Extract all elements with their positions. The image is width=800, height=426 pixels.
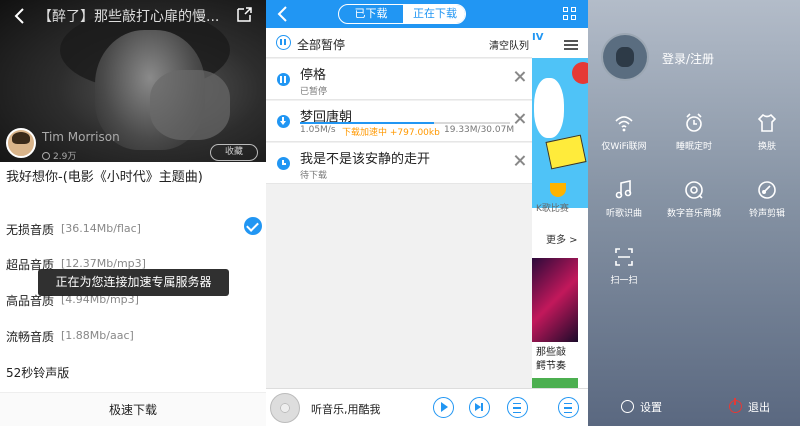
remove-icon[interactable] — [514, 113, 526, 125]
song-detail-panel: 【醉了】那些敲打心扉的慢... Tim Morrison 2.9万 收藏 我好想… — [0, 0, 266, 426]
download-title: 停格 — [300, 68, 327, 83]
playlist-cover[interactable] — [532, 258, 578, 342]
quality-option[interactable]: 流畅音质 [1.88Mb/aac] — [0, 324, 266, 348]
download-progress-bar — [300, 122, 510, 124]
kge-label[interactable]: K歌比赛 — [536, 201, 569, 214]
player-text[interactable]: 听音乐,用酷我 — [311, 401, 381, 417]
download-size: 19.33M/30.07M — [444, 125, 515, 135]
download-item[interactable]: 梦回唐朝 1.05M/s 下载加速中 +797.00kb 19.33M/30.0… — [266, 101, 532, 142]
grid-icon[interactable] — [563, 7, 577, 21]
artist-avatar[interactable] — [6, 128, 36, 158]
download-item[interactable]: 我是不是该安静的走开 待下载 — [266, 143, 532, 184]
download-status: 已暂停 — [300, 87, 328, 97]
download-item[interactable]: 停格 已暂停 — [266, 59, 532, 100]
menu-item-scan[interactable]: 扫一扫 — [589, 247, 659, 286]
mini-player: 听音乐,用酷我 — [266, 388, 588, 426]
menu-item-wifi[interactable]: 仅WiFi联网 — [589, 113, 659, 152]
download-speed: 1.05M/s — [300, 125, 336, 135]
quality-spec: [36.14Mb/flac] — [61, 222, 141, 235]
menu-icon[interactable] — [564, 40, 578, 50]
back-arrow-icon[interactable] — [274, 5, 292, 23]
quality-name: 52秒铃声版 — [6, 366, 70, 380]
remove-icon[interactable] — [514, 71, 526, 83]
wifi-icon — [615, 116, 633, 132]
download-icon[interactable] — [277, 115, 290, 128]
download-tabs: 已下载 正在下载 — [338, 4, 466, 24]
headphone-icon — [42, 152, 50, 160]
album-cover: 【醉了】那些敲打心扉的慢... Tim Morrison 2.9万 收藏 — [0, 0, 266, 162]
quality-name: 流畅音质 — [6, 330, 55, 344]
exit-button[interactable]: 退出 — [729, 398, 770, 415]
menu-item-song-recognition[interactable]: 听歌识曲 — [589, 180, 659, 219]
download-title: 我是不是该安静的走开 — [300, 152, 431, 167]
download-boost: 下载加速中 +797.00kb — [342, 128, 440, 138]
quality-name: 无损音质 — [6, 223, 55, 237]
toast-message: 正在为您连接加速专属服务器 — [38, 269, 229, 296]
user-avatar[interactable] — [601, 33, 649, 81]
play-icon[interactable] — [433, 397, 454, 418]
remove-icon[interactable] — [514, 155, 526, 167]
pause-icon[interactable] — [277, 73, 290, 86]
music-note-icon — [615, 180, 632, 199]
collect-button[interactable]: 收藏 — [210, 144, 258, 161]
more-link[interactable]: 更多 > — [546, 231, 578, 246]
progress-fill — [300, 122, 435, 124]
gear-icon — [621, 400, 634, 413]
playlist-icon[interactable] — [558, 397, 579, 418]
tab-downloading[interactable]: 正在下载 — [403, 5, 465, 23]
download-manager-panel: 已下载 正在下载 全部暂停 清空队列 停格 已暂停 梦回唐朝 1.05M/s 下… — [266, 0, 588, 426]
clear-queue-button[interactable]: 清空队列 — [489, 37, 529, 52]
shop-icon — [685, 181, 703, 199]
settings-button[interactable]: 设置 — [621, 399, 662, 415]
scan-icon — [615, 248, 633, 266]
quality-spec: [1.88Mb/aac] — [61, 329, 134, 342]
side-menu-panel: 登录/注册 仅WiFi联网 睡眠定时 换肤 听歌识曲 数字音乐商城 铃声剪辑 扫… — [588, 0, 800, 426]
pause-all-icon[interactable] — [276, 35, 291, 50]
top-bar: 已下载 正在下载 — [266, 0, 588, 28]
side-menu-footer: 设置 退出 — [588, 388, 800, 426]
share-icon[interactable] — [236, 7, 252, 23]
disc-icon[interactable] — [270, 393, 300, 423]
fast-download-button[interactable]: 极速下载 — [0, 392, 266, 426]
next-icon[interactable] — [469, 397, 490, 418]
download-header: 全部暂停 清空队列 — [266, 28, 532, 58]
quality-option[interactable]: 52秒铃声版 — [0, 360, 266, 384]
header-title: 【醉了】那些敲打心扉的慢... — [38, 9, 220, 25]
quality-option[interactable]: 无损音质 [36.14Mb/flac] — [0, 217, 266, 241]
power-icon — [729, 398, 742, 413]
mv-label: IV — [532, 32, 544, 43]
song-title: 我好想你-(电影《小时代》主题曲) — [6, 170, 203, 185]
pause-all-button[interactable]: 全部暂停 — [297, 36, 345, 53]
tab-downloaded[interactable]: 已下载 — [339, 5, 403, 23]
playlist-icon[interactable] — [507, 397, 528, 418]
playlist-title[interactable]: 那些敲 鳄节奏 — [536, 346, 566, 374]
back-arrow-icon[interactable] — [10, 6, 30, 26]
artist-name[interactable]: Tim Morrison — [42, 130, 120, 144]
check-icon[interactable] — [244, 217, 262, 235]
login-register-link[interactable]: 登录/注册 — [662, 50, 714, 67]
background-home-strip: IV K歌比赛 更多 > 那些敲 鳄节奏 — [532, 28, 588, 388]
clock-icon[interactable] — [277, 157, 290, 170]
menu-item-ringtone-editor[interactable]: 铃声剪辑 — [732, 180, 800, 219]
download-status: 待下载 — [300, 171, 328, 181]
fans-count: 2.9万 — [42, 149, 76, 162]
shirt-icon — [757, 113, 777, 132]
playlist-cover[interactable] — [532, 378, 578, 388]
menu-item-skin[interactable]: 换肤 — [732, 113, 800, 152]
menu-item-music-store[interactable]: 数字音乐商城 — [659, 180, 729, 219]
menu-item-sleep-timer[interactable]: 睡眠定时 — [659, 113, 729, 152]
ringtone-icon — [758, 181, 776, 199]
alarm-icon — [686, 113, 702, 132]
